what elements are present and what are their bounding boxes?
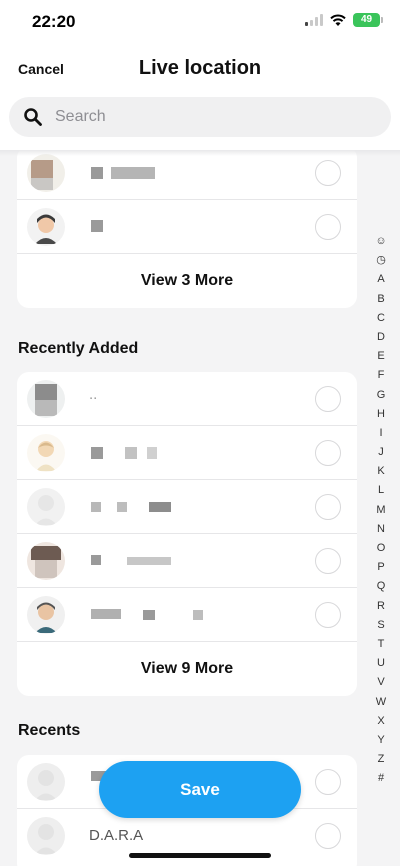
friend-row[interactable]	[17, 534, 357, 588]
index-letter[interactable]: #	[378, 769, 384, 788]
index-letter[interactable]: Q	[377, 577, 386, 596]
redacted-name	[91, 447, 103, 459]
redacted-name	[193, 610, 203, 620]
wifi-icon	[330, 14, 346, 26]
friend-row[interactable]	[17, 150, 357, 200]
view-more-button[interactable]: View 9 More	[17, 642, 357, 696]
search-icon	[24, 108, 42, 126]
friends-list[interactable]: View 3 More Recently Added .. View 9 Mor…	[0, 150, 400, 866]
friend-row[interactable]	[17, 480, 357, 534]
search-bar[interactable]	[9, 97, 391, 137]
save-button[interactable]: Save	[99, 761, 301, 818]
index-letter[interactable]: B	[377, 290, 384, 309]
redacted-name	[91, 502, 101, 512]
avatar	[27, 434, 65, 472]
select-radio[interactable]	[315, 602, 341, 628]
index-letter[interactable]: N	[377, 520, 385, 539]
status-time: 22:20	[32, 12, 76, 31]
redacted-name	[117, 502, 127, 512]
friend-row[interactable]: ..	[17, 372, 357, 426]
header: Cancel Live location	[0, 44, 400, 150]
index-letter[interactable]: A	[377, 270, 384, 289]
redacted-name	[91, 220, 103, 232]
avatar	[27, 208, 65, 246]
index-letter[interactable]: U	[377, 654, 385, 673]
index-letter[interactable]: ◷	[376, 251, 386, 270]
status-bar: 22:20 49	[0, 0, 400, 44]
index-letter[interactable]: P	[377, 558, 384, 577]
avatar	[27, 488, 65, 526]
avatar	[27, 380, 65, 418]
select-radio[interactable]	[315, 214, 341, 240]
index-letter[interactable]: Y	[377, 731, 384, 750]
index-letter[interactable]: S	[377, 616, 384, 635]
index-letter[interactable]: C	[377, 309, 385, 328]
avatar	[27, 154, 65, 192]
recently-added-card: .. View 9 More	[17, 372, 357, 696]
redacted-name	[127, 557, 171, 565]
avatar	[27, 542, 65, 580]
redacted-name	[143, 610, 155, 620]
index-letter[interactable]: I	[379, 424, 382, 443]
index-letter[interactable]: K	[377, 462, 384, 481]
select-radio[interactable]	[315, 160, 341, 186]
select-radio[interactable]	[315, 494, 341, 520]
section-title-recents: Recents	[18, 722, 81, 739]
index-letter[interactable]: E	[377, 347, 384, 366]
friend-row[interactable]	[17, 426, 357, 480]
home-indicator	[129, 853, 271, 858]
redacted-name	[125, 447, 137, 459]
index-letter[interactable]: G	[377, 386, 386, 405]
redacted-name	[149, 502, 171, 512]
select-radio[interactable]	[315, 769, 341, 795]
friend-name: ..	[89, 386, 98, 403]
avatar	[27, 596, 65, 634]
scroll-shadow	[0, 150, 400, 156]
index-letter[interactable]: O	[377, 539, 386, 558]
redacted-name	[91, 167, 103, 179]
friend-row[interactable]	[17, 200, 357, 254]
battery-icon: 49	[353, 13, 383, 27]
avatar	[27, 817, 65, 855]
cellular-signal-icon	[305, 14, 323, 26]
index-letter[interactable]: H	[377, 405, 385, 424]
redacted-name	[91, 609, 121, 619]
friend-row[interactable]	[17, 588, 357, 642]
index-letter[interactable]: W	[376, 693, 386, 712]
select-radio[interactable]	[315, 440, 341, 466]
index-letter[interactable]: V	[377, 673, 384, 692]
index-letter[interactable]: X	[377, 712, 384, 731]
redacted-name	[147, 447, 157, 459]
friend-name: D.A.R.A	[89, 827, 144, 844]
index-letter[interactable]: ☺	[375, 232, 386, 251]
avatar	[27, 763, 65, 801]
view-more-button[interactable]: View 3 More	[17, 254, 357, 308]
search-input[interactable]	[55, 108, 355, 126]
friends-group-card: View 3 More	[17, 150, 357, 308]
alphabet-index[interactable]: ☺ ◷ A B C D E F G H I J K L M N O P Q R S T U V W X Y Z #	[374, 232, 388, 788]
select-radio[interactable]	[315, 548, 341, 574]
page-title: Live location	[138, 57, 262, 79]
select-radio[interactable]	[315, 386, 341, 412]
status-icons: 49	[305, 13, 383, 27]
index-letter[interactable]: R	[377, 597, 385, 616]
index-letter[interactable]: Z	[378, 750, 385, 769]
section-title-recently-added: Recently Added	[18, 340, 139, 357]
index-letter[interactable]: J	[378, 443, 384, 462]
index-letter[interactable]: D	[377, 328, 385, 347]
select-radio[interactable]	[315, 823, 341, 849]
index-letter[interactable]: M	[376, 501, 385, 520]
index-letter[interactable]: F	[378, 366, 385, 385]
index-letter[interactable]: T	[378, 635, 385, 654]
redacted-name	[111, 167, 155, 179]
redacted-name	[91, 555, 101, 565]
index-letter[interactable]: L	[378, 481, 384, 500]
